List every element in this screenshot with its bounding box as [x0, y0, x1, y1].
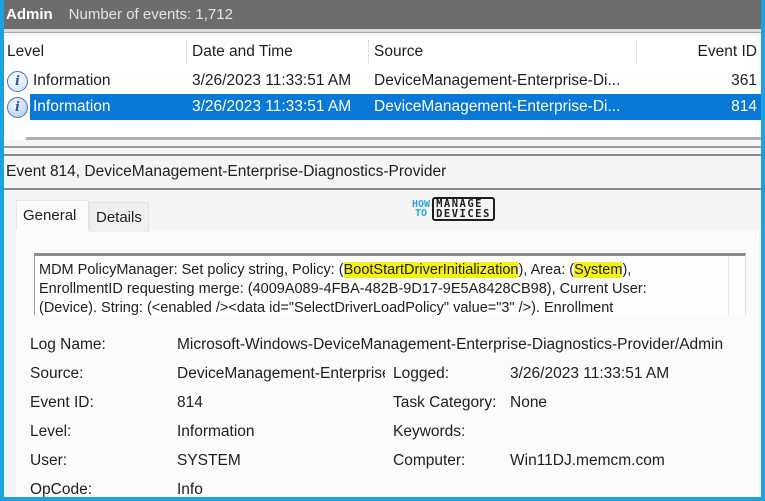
log-name-value[interactable]: Microsoft-Windows-DeviceManagement-Enter…	[177, 336, 761, 354]
log-title: Admin	[6, 6, 53, 23]
textbox-scroll-track	[728, 256, 729, 315]
computer-value[interactable]: Win11DJ.memcm.com	[510, 452, 665, 470]
event-count: Number of events: 1,712	[68, 6, 233, 23]
column-header-level[interactable]: Level	[4, 36, 187, 68]
column-header-source[interactable]: Source	[369, 36, 637, 68]
tab-general[interactable]: General	[16, 200, 89, 230]
column-header-date[interactable]: Date and Time	[187, 36, 369, 68]
event-details-title: Event 814, DeviceManagement-Enterprise-D…	[6, 163, 447, 180]
description-line-1: MDM PolicyManager: Set policy string, Po…	[39, 261, 745, 280]
level-value[interactable]: Information	[177, 423, 255, 441]
how-to-manage-devices-logo: HOW TO MANAGE DEVICES	[412, 197, 495, 221]
table-header: Level Date and Time Source Event ID	[4, 36, 761, 68]
description-text: ), Area: (	[518, 262, 575, 278]
details-tabs: General Details	[16, 200, 149, 232]
description-line-3: (Device). String: (<enabled /><data id="…	[39, 300, 614, 315]
source-label: Source:	[30, 365, 84, 382]
pane-splitter[interactable]	[4, 146, 761, 148]
event-id-label: Event ID:	[30, 394, 94, 411]
source-value[interactable]: DeviceManagement-Enterprise-Diagnostics-…	[177, 365, 385, 383]
table-row[interactable]: i Information 3/26/2023 11:33:51 AM Devi…	[4, 68, 761, 94]
date-cell: 3/26/2023 11:33:51 AM	[192, 72, 352, 89]
opcode-value[interactable]: Info	[177, 481, 203, 497]
column-header-event-id[interactable]: Event ID	[637, 36, 761, 68]
level-text: Information	[30, 94, 187, 120]
user-label: User:	[30, 452, 68, 469]
table-row-selected[interactable]: i Information 3/26/2023 11:33:51 AM Devi…	[4, 94, 761, 120]
task-category-value[interactable]: None	[510, 394, 547, 412]
level-label: Level:	[30, 423, 72, 440]
logo-to: TO	[415, 208, 428, 219]
date-cell: 3/26/2023 11:33:51 AM	[187, 94, 369, 120]
user-value[interactable]: SYSTEM	[177, 452, 241, 470]
source-cell: DeviceManagement-Enterprise-Di...	[374, 72, 621, 89]
header-divider	[4, 29, 761, 33]
log-header: Admin Number of events: 1,712	[4, 0, 761, 29]
logged-value[interactable]: 3/26/2023 11:33:51 AM	[510, 365, 669, 383]
information-icon: i	[7, 70, 28, 92]
information-icon: i	[7, 96, 28, 118]
logo-how-to: HOW TO	[412, 200, 430, 219]
event-id-cell: 361	[731, 72, 757, 89]
level-cell: i Information	[4, 94, 187, 120]
event-id-value[interactable]: 814	[177, 394, 203, 412]
computer-label: Computer:	[393, 452, 466, 469]
keywords-label: Keywords:	[393, 423, 466, 440]
event-id-cell: 814	[637, 94, 761, 120]
opcode-label: OpCode:	[30, 481, 93, 497]
logo-box: MANAGE DEVICES	[432, 197, 495, 221]
description-line-2: EnrollmentID requesting merge: (4009A089…	[39, 281, 647, 297]
logged-label: Logged:	[393, 365, 450, 382]
tab-details[interactable]: Details	[89, 202, 149, 232]
events-table: Level Date and Time Source Event ID i In…	[4, 36, 761, 140]
task-category-label: Task Category:	[393, 394, 497, 411]
level-text: Information	[33, 72, 111, 89]
source-cell: DeviceManagement-Enterprise-Di...	[369, 94, 637, 120]
description-text: ),	[622, 262, 632, 278]
level-cell: i Information	[4, 68, 187, 94]
event-viewer-window: Admin Number of events: 1,712 Level Date…	[4, 0, 761, 497]
description-text: MDM PolicyManager: Set policy string, Po…	[39, 262, 344, 278]
details-divider	[4, 188, 761, 190]
highlighted-area: System	[574, 262, 623, 278]
highlighted-policy: BootStartDriverInitialization	[343, 262, 519, 278]
logo-devices: DEVICES	[436, 208, 491, 220]
log-name-label: Log Name:	[30, 336, 106, 353]
event-description-textbox[interactable]: MDM PolicyManager: Set policy string, Po…	[34, 253, 746, 315]
horizontal-scrollbar[interactable]	[26, 137, 761, 140]
pane-divider	[4, 154, 761, 156]
